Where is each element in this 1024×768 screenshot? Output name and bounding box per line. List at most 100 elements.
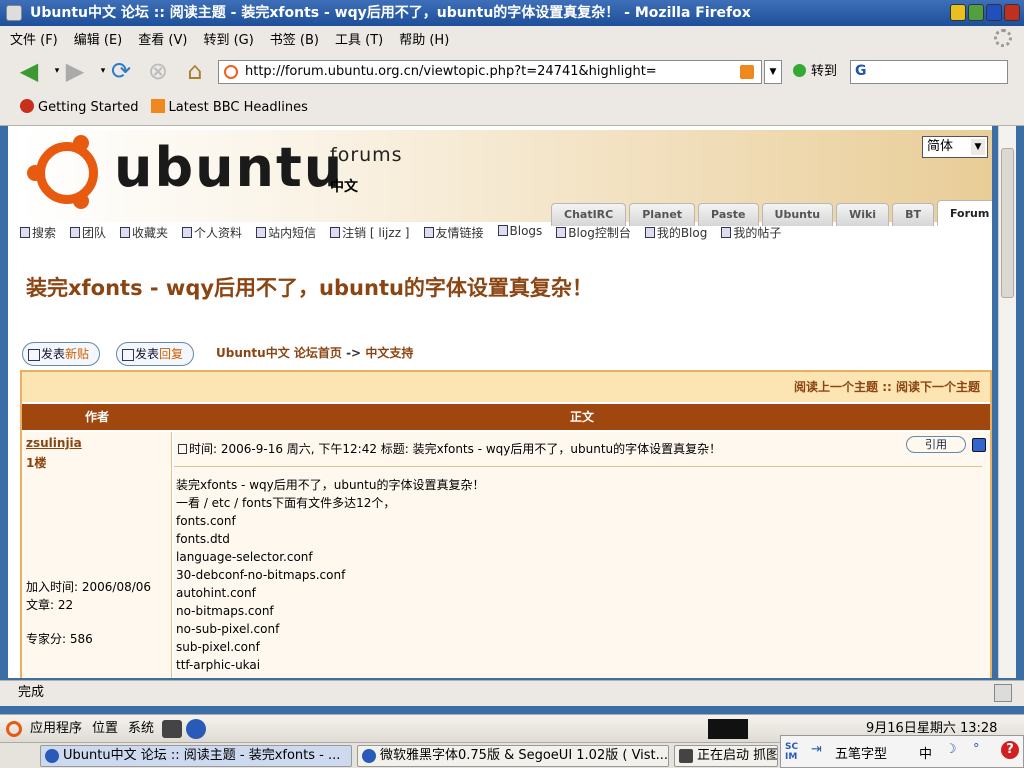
next-topic-link[interactable]: 阅读下一个主题 [896,380,980,394]
message-icon [256,227,267,238]
breadcrumb-home[interactable]: Ubuntu中文 论坛首页 [216,346,342,360]
site-favicon-icon [224,65,238,79]
rss-feed-icon[interactable] [740,65,754,79]
stop-icon[interactable]: ⊗ [143,56,173,86]
close-icon[interactable] [1004,4,1020,21]
link-blog-console[interactable]: Blog控制台 [556,224,638,241]
link-favorites[interactable]: 收藏夹 [120,224,175,241]
link-blogs[interactable]: Blogs [497,224,550,241]
forums-label: forums [330,144,403,166]
new-topic-button[interactable]: 发表新贴 [22,342,101,366]
firefox-icon [362,749,376,763]
post-floor: 1楼 [26,456,47,470]
link-messages[interactable]: 站内短信 [256,224,323,241]
tab-wiki[interactable]: Wiki [836,203,890,226]
half-width-icon[interactable]: ☽ [945,742,957,757]
language-select[interactable]: 简体 ▼ [922,136,988,158]
punctuation-icon[interactable]: ° [973,742,980,757]
ime-mode[interactable]: 五笔字型 [835,743,887,762]
team-icon [70,227,81,238]
site-tabs: ChatIRC Planet Paste Ubuntu Wiki BT Foru… [551,200,992,226]
search-input[interactable] [850,60,1008,84]
reply-button[interactable]: 发表回复 [116,342,195,366]
scrollbar-thumb[interactable] [1001,148,1014,298]
menu-applications[interactable]: 应用程序 [30,715,82,743]
menu-tools[interactable]: 工具 (T) [335,29,383,48]
url-bar[interactable]: http://forum.ubuntu.org.cn/viewtopic.php… [218,60,762,84]
link-my-blog[interactable]: 我的Blog [644,224,715,241]
window-titlebar: Ubuntu中文 论坛 :: 阅读主题 - 装完xfonts - wqy后用不了… [0,0,1024,26]
ubuntu-wordmark[interactable]: ubuntu [114,136,344,199]
profile-icon[interactable] [972,438,986,452]
quote-button[interactable]: 引用 [906,436,966,453]
menu-places[interactable]: 位置 [92,715,118,743]
post-line: 装完xfonts - wqy后用不了，ubuntu的字体设置真复杂！ [176,478,485,492]
link-logout[interactable]: 注销 [ lijzz ] [330,224,416,241]
posts-icon [721,227,732,238]
topic-title[interactable]: 装完xfonts - wqy后用不了，ubuntu的字体设置真复杂！ [26,272,593,302]
forum-top-links: 搜索 团队 收藏夹 个人资料 站内短信 注销 [ lijzz ] 友情链接 Bl… [20,224,795,241]
tab-bt[interactable]: BT [892,203,934,226]
forward-icon[interactable]: ▶ [60,56,90,86]
reload-icon[interactable]: ⟳ [106,56,136,86]
ubuntu-menu-icon[interactable] [6,721,22,737]
menu-edit[interactable]: 编辑 (E) [74,29,123,48]
url-history-dropdown-icon[interactable]: ▼ [764,60,782,84]
camera-icon[interactable] [162,720,182,738]
menu-go[interactable]: 转到 (G) [203,29,253,48]
status-bar: 完成 [0,680,1024,706]
chinese-label: 中文 [330,179,358,195]
menu-bookmarks[interactable]: 书签 (B) [270,29,319,48]
post-line: ttf-arphic-ukai [176,658,261,672]
author-link[interactable]: zsulinjia [26,436,82,450]
menu-help[interactable]: 帮助 (H) [399,29,449,48]
post-body: 装完xfonts - wqy后用不了，ubuntu的字体设置真复杂！ 一看 / … [176,476,484,674]
tab-ubuntu[interactable]: Ubuntu [761,203,834,226]
post-line: 30-debconf-no-bitmaps.conf [176,568,346,582]
taskbar-item[interactable]: Ubuntu中文 论坛 :: 阅读主题 - 装完xfonts - ... [40,745,352,767]
author-joined: 加入时间: 2006/08/06 [26,580,152,594]
search-engine-icon[interactable]: G [855,63,867,79]
post-author-cell: zsulinjia 1楼 加入时间: 2006/08/06 文章: 22 专家分… [22,432,172,678]
link-friends[interactable]: 友情链接 [423,224,491,241]
back-icon[interactable]: ◀ [14,56,44,86]
ime-switch-icon[interactable]: ⇥ [811,742,822,757]
status-indicator-icon[interactable] [994,684,1012,702]
post-table: 阅读上一个主题 :: 阅读下一个主题 作者 正文 zsulinjia 1楼 加入… [20,370,992,678]
tab-chatirc[interactable]: ChatIRC [551,203,627,226]
bookmark-bbc-headlines[interactable]: Latest BBC Headlines [150,99,308,115]
vertical-scrollbar[interactable] [998,126,1016,678]
link-profile[interactable]: 个人资料 [182,224,249,241]
home-icon[interactable]: ⌂ [180,56,210,86]
help-icon[interactable]: ? [1001,741,1019,759]
menu-file[interactable]: 文件 (F) [10,29,58,48]
plus-icon [120,227,131,238]
link-search[interactable]: 搜索 [20,224,63,241]
post-body-cell: 时间: 2006-9-16 周六, 下午12:42 标题: 装完xfonts -… [174,432,990,678]
firefox-launcher-icon[interactable] [186,719,206,739]
ime-logo[interactable]: SC IM [785,742,805,762]
taskbar-item[interactable]: 微软雅黑字体0.75版 & SegoeUI 1.02版 ( Vist... [357,745,669,767]
column-author: 作者 [84,410,109,424]
bookmark-getting-started[interactable]: Getting Started [20,99,139,115]
menu-view[interactable]: 查看 (V) [138,29,187,48]
logout-icon [330,227,341,238]
maximize-icon[interactable] [968,4,984,21]
restore-icon[interactable] [986,4,1002,21]
menu-system[interactable]: 系统 [128,715,154,743]
prev-topic-link[interactable]: 阅读上一个主题 [794,380,878,394]
minimize-icon[interactable] [950,4,966,21]
ime-lang[interactable]: 中 [919,743,932,762]
logo-dot [27,165,43,181]
link-my-posts[interactable]: 我的帖子 [721,224,788,241]
taskbar-item[interactable]: 正在启动 抓图 [674,745,778,767]
go-button[interactable]: 转到 [793,61,837,83]
breadcrumb-section[interactable]: 中文支持 [365,346,413,360]
tab-planet[interactable]: Planet [629,203,696,226]
ubuntu-logo-icon[interactable] [27,135,98,209]
tab-paste[interactable]: Paste [698,203,759,226]
firefox-app-icon[interactable] [6,5,22,21]
link-team[interactable]: 团队 [70,224,113,241]
tab-forum[interactable]: Forum [936,200,992,226]
post-line: no-sub-pixel.conf [176,622,280,636]
